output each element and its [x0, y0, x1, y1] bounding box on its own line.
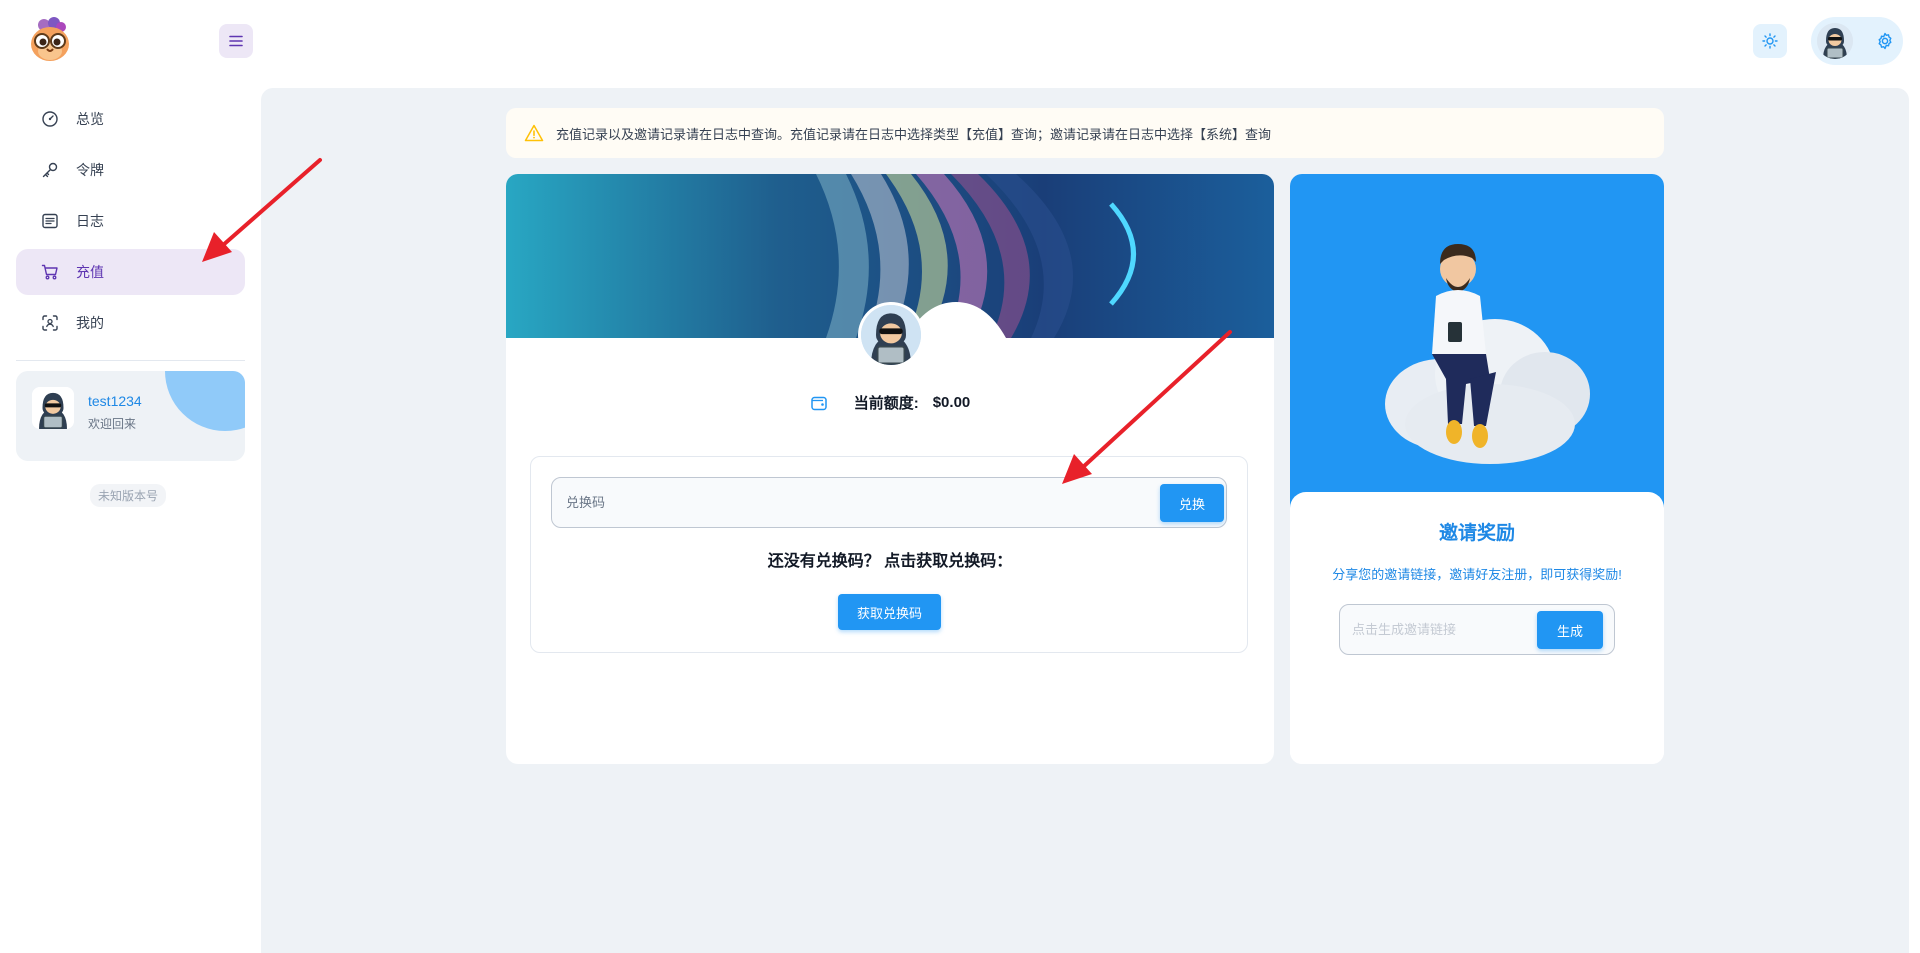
- sidebar-item-tokens[interactable]: 令牌: [16, 147, 245, 193]
- sidebar-item-mine[interactable]: 我的: [16, 300, 245, 346]
- sidebar-item-logs[interactable]: 日志: [16, 198, 245, 244]
- avatar: [1817, 23, 1853, 59]
- theme-toggle-button[interactable]: [1753, 24, 1787, 58]
- topup-card: 当前额度: $0.00 兑换 还没有兑换码？ 点击获取兑换码： 获取兑换码: [506, 174, 1274, 764]
- invite-description: 分享您的邀请链接，邀请好友注册，即可获得奖励!: [1332, 567, 1622, 582]
- redeem-code-input[interactable]: [566, 495, 1126, 510]
- sidebar-item-label: 令牌: [76, 162, 104, 178]
- shopping-cart-icon: [40, 262, 60, 282]
- menu-toggle-button[interactable]: [219, 24, 253, 58]
- sun-icon: [1762, 33, 1778, 49]
- invite-body: 邀请奖励 分享您的邀请链接，邀请好友注册，即可获得奖励! 生成: [1290, 492, 1664, 764]
- top-header: [0, 0, 1920, 88]
- dashboard-gauge-icon: [40, 109, 60, 129]
- sidebar-item-label: 日志: [76, 213, 104, 229]
- invite-hero: [1290, 174, 1664, 514]
- info-alert: 充值记录以及邀请记录请在日志中查询。充值记录请在日志中选择类型【充值】查询；邀请…: [506, 108, 1664, 158]
- avatar: [32, 387, 74, 429]
- get-redeem-code-button[interactable]: 获取兑换码: [838, 594, 941, 630]
- redeem-section: 兑换 还没有兑换码？ 点击获取兑换码： 获取兑换码: [530, 456, 1248, 653]
- sidebar-item-label: 充值: [76, 264, 104, 280]
- profile-menu-chip[interactable]: [1811, 17, 1903, 65]
- invite-link-input[interactable]: [1352, 622, 1522, 637]
- invite-title: 邀请奖励: [1438, 523, 1515, 544]
- owl-logo-icon[interactable]: [26, 16, 74, 64]
- invite-link-field: 生成: [1339, 604, 1615, 655]
- redeem-button[interactable]: 兑换: [1160, 484, 1224, 522]
- sidebar-item-overview[interactable]: 总览: [16, 96, 245, 142]
- user-card: test1234 欢迎回来: [16, 371, 245, 461]
- user-scan-icon: [40, 313, 60, 333]
- welcome-text: 欢迎回来: [88, 417, 137, 431]
- redeem-code-field: 兑换: [551, 477, 1227, 528]
- balance-row: 当前额度: $0.00: [506, 392, 1274, 413]
- invite-card: 邀请奖励 分享您的邀请链接，邀请好友注册，即可获得奖励! 生成: [1290, 174, 1664, 764]
- balance-value: $0.00: [932, 394, 971, 411]
- version-badge: 未知版本号: [90, 484, 167, 507]
- balance-label: 当前额度:: [853, 395, 919, 412]
- key-icon: [40, 160, 60, 180]
- warning-triangle-icon: [524, 124, 544, 142]
- wallet-icon: [810, 396, 827, 410]
- sidebar-item-label: 总览: [76, 111, 104, 127]
- card-decoration: [165, 371, 245, 431]
- sidebar-divider: [16, 360, 245, 361]
- main-content: 充值记录以及邀请记录请在日志中查询。充值记录请在日志中选择类型【充值】查询；邀请…: [261, 88, 1909, 953]
- article-list-icon: [40, 211, 60, 231]
- sidebar-item-label: 我的: [76, 315, 104, 331]
- avatar: [858, 302, 924, 368]
- sidebar-item-topup[interactable]: 充值: [16, 249, 245, 295]
- username: test1234: [88, 393, 142, 409]
- sidebar: 总览 令牌 日志 充值 我的 test1234 欢迎回来 未知版本号: [0, 88, 262, 953]
- alert-message: 充值记录以及邀请记录请在日志中查询。充值记录请在日志中选择类型【充值】查询；邀请…: [556, 126, 1272, 142]
- get-code-hint: 还没有兑换码？ 点击获取兑换码：: [767, 553, 1013, 570]
- hamburger-menu-icon: [229, 35, 243, 47]
- gear-icon: [1878, 32, 1892, 50]
- generate-invite-link-button[interactable]: 生成: [1537, 611, 1603, 649]
- man-on-cloud-illustration: [1385, 244, 1590, 464]
